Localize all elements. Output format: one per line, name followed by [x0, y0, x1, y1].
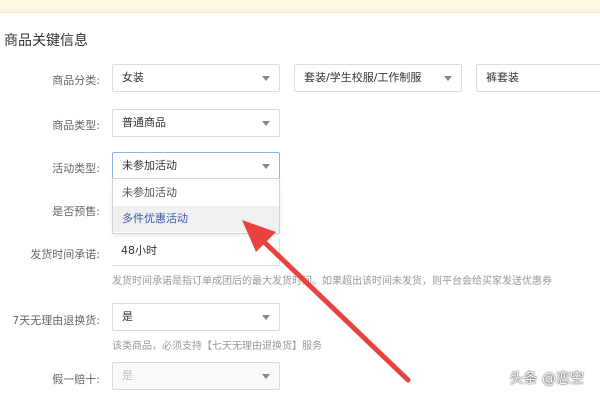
watermark-text: 头条 @恋空	[509, 371, 584, 387]
shipping-hint: 发货时间承诺是指订单成团后的最大发货时间。如果超出该时间未发货，则平台会给买家发…	[112, 276, 552, 287]
chevron-down-icon	[262, 315, 270, 320]
activity-option-multi-discount[interactable]: 多件优惠活动	[113, 206, 279, 232]
category-label: 商品分类:	[52, 74, 100, 87]
product-type-value: 普通商品	[122, 116, 166, 129]
category-level2-select[interactable]: 套装/学生校服/工作制服	[294, 64, 462, 92]
fake-policy-select[interactable]: 是	[112, 362, 280, 390]
shipping-label: 发货时间承诺:	[30, 248, 100, 261]
return-policy-hint: 该类商品，必须支持【七天无理由退换货】服务	[112, 341, 322, 352]
product-type-select[interactable]: 普通商品	[112, 109, 280, 137]
chevron-down-icon	[262, 374, 270, 379]
category-level3-select[interactable]: 裤套装	[476, 64, 600, 92]
return-policy-select[interactable]: 是	[112, 303, 280, 331]
chevron-down-icon	[444, 76, 452, 81]
category-level1-value: 女装	[122, 71, 144, 84]
fake-policy-value: 是	[122, 369, 133, 382]
product-type-label: 商品类型:	[52, 119, 100, 132]
activity-type-value: 未参加活动	[122, 159, 177, 172]
category-level2-value: 套装/学生校服/工作制服	[304, 71, 422, 84]
chevron-down-icon	[262, 121, 270, 126]
chevron-down-icon	[262, 164, 270, 169]
shipping-time-field[interactable]: 48小时	[112, 238, 280, 266]
activity-type-dropdown: 未参加活动 多件优惠活动	[112, 178, 280, 234]
presale-label: 是否预售:	[52, 205, 100, 218]
section-title: 商品关键信息	[4, 33, 88, 49]
return-policy-label: 7天无理由退换货:	[12, 314, 100, 327]
shipping-time-value: 48小时	[121, 244, 157, 257]
activity-type-label: 活动类型:	[52, 162, 100, 175]
category-level3-value: 裤套装	[486, 71, 519, 84]
activity-option-none[interactable]: 未参加活动	[113, 180, 279, 206]
return-policy-value: 是	[122, 310, 133, 323]
category-level1-select[interactable]: 女装	[112, 64, 280, 92]
activity-type-select[interactable]: 未参加活动	[112, 152, 280, 180]
fake-policy-label: 假一赔十:	[52, 373, 100, 386]
top-notice-strip	[0, 0, 600, 13]
chevron-down-icon	[262, 76, 270, 81]
